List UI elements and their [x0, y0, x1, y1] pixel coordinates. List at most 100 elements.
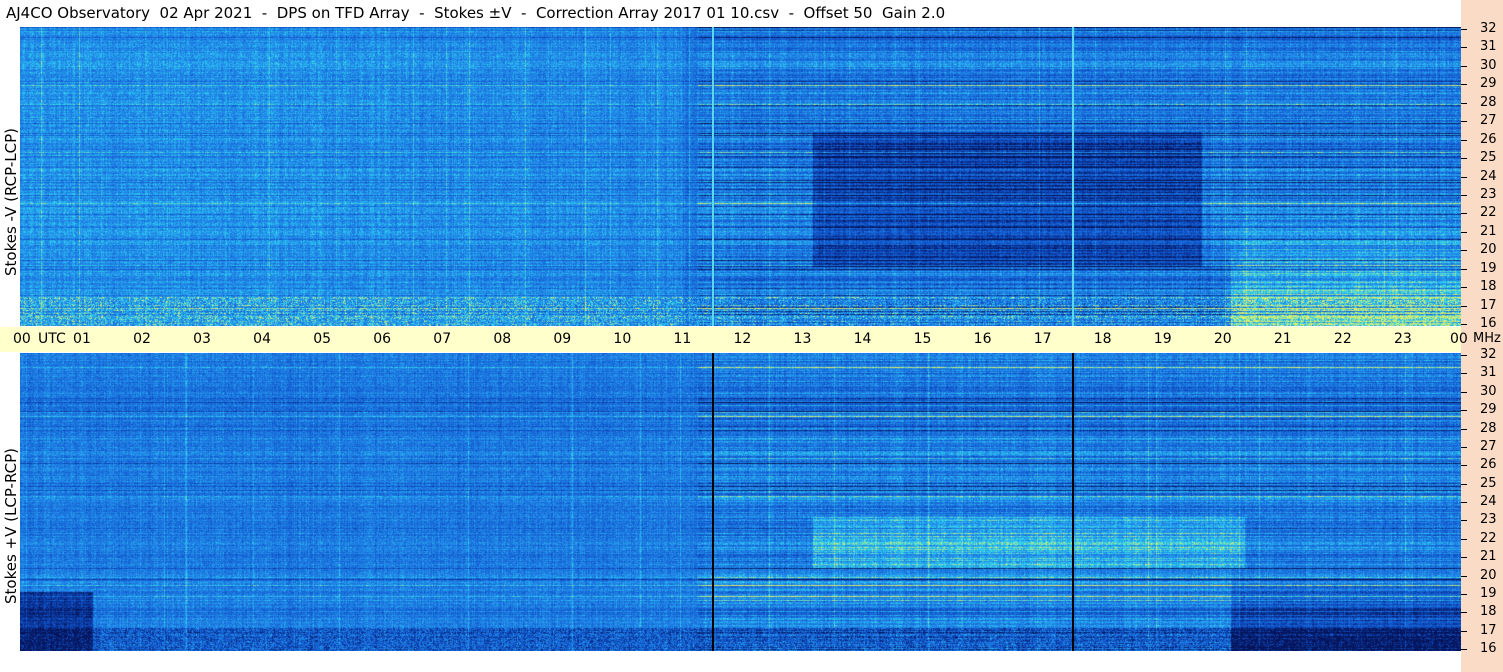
- top-mhz-tick-mark: [1461, 29, 1467, 30]
- bottom-mhz-tick-mark: [1461, 612, 1467, 614]
- utc-tick-01: 01: [73, 331, 91, 347]
- bottom-mhz-tick-32: 32: [1480, 347, 1497, 362]
- bottom-mhz-tick-26: 26: [1480, 457, 1497, 473]
- bottom-spectrogram-heatmap: [20, 353, 1461, 651]
- bottom-mhz-tick-mark: [1461, 391, 1467, 393]
- top-mhz-tick-28: 28: [1480, 94, 1497, 110]
- top-mhz-tick-mark: [1461, 65, 1467, 67]
- top-mhz-tick-mark: [1461, 305, 1467, 307]
- bottom-mhz-tick-31: 31: [1480, 365, 1497, 381]
- bottom-mhz-tick-30: 30: [1480, 383, 1497, 399]
- utc-tick-18: 18: [1093, 331, 1112, 347]
- utc-tick-23: 23: [1393, 331, 1412, 347]
- bottom-mhz-tick-27: 27: [1480, 438, 1497, 454]
- bottom-mhz-tick-mark: [1461, 428, 1467, 430]
- bottom-mhz-tick-mark: [1461, 593, 1467, 595]
- bottom-mhz-tick-mark: [1461, 373, 1467, 375]
- bottom-mhz-tick-mark: [1461, 410, 1467, 412]
- bottom-mhz-tick-23: 23: [1480, 512, 1497, 528]
- top-mhz-tick-mark: [1461, 47, 1467, 49]
- top-mhz-tick-21: 21: [1480, 223, 1497, 239]
- utc-tick-00: 00: [1450, 331, 1468, 347]
- top-mhz-tick-mark: [1461, 176, 1467, 178]
- utc-tick-21: 21: [1273, 331, 1292, 347]
- utc-tick-03: 03: [193, 331, 211, 347]
- utc-tick-11: 11: [673, 331, 692, 347]
- utc-tick-09: 09: [553, 331, 572, 347]
- utc-tick-14: 14: [853, 331, 872, 347]
- utc-tick-16: 16: [973, 331, 992, 347]
- bottom-mhz-tick-19: 19: [1480, 585, 1497, 601]
- utc-tick-22: 22: [1333, 331, 1352, 347]
- marker-line: [1071, 353, 1074, 651]
- title-bar: AJ4CO Observatory 02 Apr 2021 - DPS on T…: [0, 0, 1461, 27]
- top-mhz-tick-mark: [1461, 102, 1467, 104]
- utc-tick-04: 04: [253, 331, 271, 347]
- utc-tick-02: 02: [133, 331, 151, 347]
- bottom-mhz-tick-mark: [1461, 355, 1467, 356]
- top-mhz-tick-mark: [1461, 250, 1467, 252]
- top-mhz-tick-19: 19: [1480, 260, 1497, 276]
- marker-line: [711, 353, 714, 651]
- top-spectrogram-heatmap: [20, 27, 1461, 326]
- marker-line: [1071, 27, 1074, 326]
- bottom-mhz-tick-mark: [1461, 483, 1467, 485]
- top-mhz-tick-32: 32: [1480, 21, 1497, 36]
- bottom-mhz-tick-mark: [1461, 538, 1467, 540]
- top-mhz-tick-31: 31: [1480, 39, 1497, 55]
- utc-tick-00: 00: [13, 331, 31, 347]
- utc-tick-15: 15: [913, 331, 932, 347]
- bottom-mhz-tick-mark: [1461, 465, 1467, 467]
- bottom-mhz-tick-16: 16: [1480, 641, 1497, 656]
- utc-tick-07: 07: [433, 331, 452, 347]
- utc-tick-05: 05: [313, 331, 332, 347]
- top-mhz-tick-30: 30: [1480, 57, 1497, 73]
- top-mhz-tick-26: 26: [1480, 131, 1497, 147]
- top-mhz-tick-mark: [1461, 231, 1467, 233]
- utc-unit-label: UTC: [38, 331, 66, 347]
- bottom-mhz-tick-25: 25: [1480, 475, 1497, 491]
- top-spectrogram-panel: [20, 27, 1461, 326]
- bottom-spectrogram-panel: [20, 353, 1461, 651]
- top-mhz-tick-18: 18: [1480, 279, 1497, 295]
- utc-tick-10: 10: [613, 331, 632, 347]
- utc-tick-13: 13: [793, 331, 812, 347]
- top-mhz-tick-mark: [1461, 287, 1467, 289]
- top-mhz-tick-23: 23: [1480, 186, 1497, 202]
- utc-tick-12: 12: [733, 331, 752, 347]
- bottom-mhz-tick-18: 18: [1480, 604, 1497, 620]
- page-title: AJ4CO Observatory 02 Apr 2021 - DPS on T…: [6, 4, 946, 22]
- top-mhz-tick-29: 29: [1480, 76, 1497, 92]
- top-mhz-tick-27: 27: [1480, 113, 1497, 129]
- top-mhz-tick-16: 16: [1480, 316, 1497, 331]
- top-mhz-tick-24: 24: [1480, 168, 1497, 184]
- bottom-mhz-tick-mark: [1461, 446, 1467, 448]
- bottom-mhz-tick-22: 22: [1480, 530, 1497, 546]
- bottom-margin: [0, 651, 1461, 672]
- bottom-mhz-tick-21: 21: [1480, 549, 1497, 565]
- top-mhz-tick-17: 17: [1480, 297, 1497, 313]
- top-mhz-tick-mark: [1461, 84, 1467, 86]
- top-mhz-tick-mark: [1461, 121, 1467, 123]
- top-mhz-tick-mark: [1461, 268, 1467, 270]
- bottom-mhz-tick-28: 28: [1480, 420, 1497, 436]
- bottom-mhz-tick-24: 24: [1480, 494, 1497, 509]
- bottom-mhz-tick-mark: [1461, 520, 1467, 522]
- bottom-mhz-tick-20: 20: [1480, 567, 1497, 583]
- utc-time-axis-band: [0, 327, 1461, 352]
- top-mhz-tick-25: 25: [1480, 150, 1497, 166]
- bottom-mhz-tick-mark: [1461, 649, 1467, 650]
- bottom-mhz-tick-mark: [1461, 630, 1467, 632]
- bottom-panel-label: Stokes +V (LCP-RCP): [2, 448, 20, 604]
- top-mhz-tick-22: 22: [1480, 205, 1497, 221]
- utc-tick-17: 17: [1033, 331, 1052, 347]
- top-mhz-tick-mark: [1461, 194, 1467, 196]
- top-mhz-tick-mark: [1461, 158, 1467, 160]
- bottom-mhz-tick-mark: [1461, 557, 1467, 559]
- top-mhz-tick-mark: [1461, 324, 1467, 325]
- top-mhz-tick-mark: [1461, 213, 1467, 215]
- bottom-mhz-tick-17: 17: [1480, 622, 1497, 638]
- utc-tick-20: 20: [1213, 331, 1232, 347]
- bottom-mhz-tick-29: 29: [1480, 402, 1497, 418]
- bottom-mhz-tick-mark: [1461, 502, 1467, 503]
